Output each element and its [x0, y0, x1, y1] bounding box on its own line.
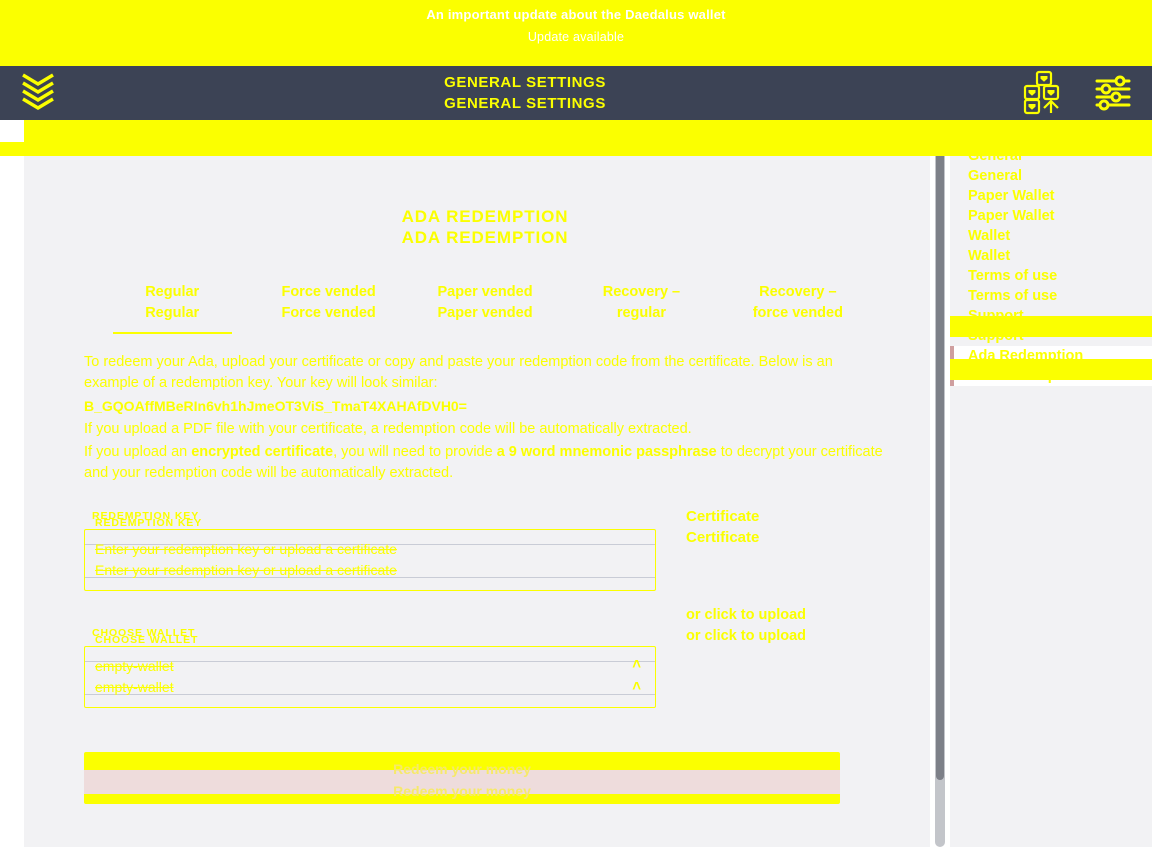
sidebar-item-paper-wallet-label: Paper Wallet [968, 188, 1055, 204]
page-title-repeat: General Settings [444, 95, 606, 112]
news-subline: Update available [527, 30, 625, 44]
certificate-title-repeat: Certificate [686, 529, 760, 546]
tab-recovery-regular-label: Recovery – [602, 284, 681, 300]
tab-recovery-force-vended-label: Recovery – [759, 284, 837, 300]
tab-recovery-regular[interactable]: Recovery – regular [563, 282, 719, 334]
paragraph-3-bold-mnemonic: a 9 word mnemonic passphrase [496, 444, 717, 460]
scrollbar-column [930, 120, 950, 847]
sidebar-item-support[interactable]: Support Support [950, 306, 1152, 346]
choose-wallet-value: empty-wallet [95, 658, 174, 674]
redeem-button-label-repeat: Redeem your money [393, 783, 531, 799]
page-body: Ada Redemption Ada Redemption Regular Re… [0, 120, 1152, 847]
news-headline: An important update about the Daedalus w… [426, 7, 726, 22]
redeem-your-money-button[interactable]: Redeem your money Redeem your money [84, 752, 840, 804]
sidebar-item-wallet-label: Wallet [968, 228, 1011, 244]
ada-redemption-title: Ada Redemption [401, 207, 569, 226]
sidebar-item-paper-wallet-label-repeat: Paper Wallet [968, 208, 1055, 224]
sidebar-item-terms-of-use-label-repeat: Terms of use [968, 288, 1058, 304]
choose-wallet-label-repeat: Choose wallet [95, 634, 199, 646]
app-topbar: General Settings General Settings [0, 66, 1152, 120]
sidebar-item-ada-redemption-label-repeat: Ada Redemption [968, 368, 1084, 384]
tab-regular-label: Regular [145, 284, 200, 300]
tab-paper-vended-label-repeat: Paper vended [437, 305, 533, 321]
tab-paper-vended[interactable]: Paper vended Paper vended [407, 282, 563, 334]
sidebar-item-general-label: General [968, 148, 1022, 164]
paragraph-3-pre: If you upload an [84, 444, 192, 460]
sidebar-item-ada-redemption[interactable]: Ada Redemption Ada Redemption [950, 346, 1152, 386]
redemption-key-field[interactable]: Redemption key Enter your redemption key… [84, 517, 656, 591]
sidebar-item-ada-redemption-label: Ada Redemption [968, 348, 1084, 364]
chevron-up-icon-repeat[interactable]: ˄ [632, 676, 641, 697]
sidebar-item-support-label-repeat: Support [968, 328, 1024, 344]
vertical-scrollbar-thumb[interactable] [936, 124, 944, 780]
tab-regular-label-repeat: Regular [145, 305, 200, 321]
submit-area: Redeem your money Redeem your money [24, 752, 930, 809]
redemption-form-left-column: Redemption key Redemption key Enter your… [84, 506, 656, 708]
paragraph-3-bold-encrypted-certificate: encrypted certificate [191, 444, 334, 460]
chevron-up-icon[interactable]: ˄ [632, 654, 641, 675]
sidebar-item-general-label-repeat: General [968, 168, 1022, 184]
redemption-key-label-repeat: Redemption key [95, 517, 203, 529]
redemption-key-placeholder-repeat: Enter your redemption key or upload a ce… [95, 562, 397, 578]
certificate-title: Certificate [686, 508, 760, 525]
paragraph-3-mid: , you will need to provide [333, 444, 497, 460]
topbar-icon-group [1020, 66, 1152, 120]
instructions-paragraph-3: If you upload an encrypted certificate, … [84, 442, 886, 484]
tab-recovery-force-vended[interactable]: Recovery – force vended [720, 282, 876, 334]
certificate-dropzone[interactable]: Certificate Certificate or click to uplo… [686, 506, 886, 708]
sidebar-item-wallet[interactable]: Wallet Wallet [950, 226, 1152, 266]
settings-content-pane: Ada Redemption Ada Redemption Regular Re… [24, 120, 930, 847]
tab-recovery-regular-label-line2: regular [616, 305, 666, 321]
settings-sliders-icon[interactable] [1092, 72, 1134, 114]
tab-force-vended[interactable]: Force vended Force vended [250, 282, 406, 334]
network-status-icon[interactable] [1020, 70, 1066, 116]
tab-recovery-force-vended-label-line2: force vended [752, 305, 843, 321]
ada-redemption-title-repeat: Ada Redemption [401, 228, 569, 247]
tab-paper-vended-label: Paper vended [437, 284, 533, 300]
sidebar-item-wallet-label-repeat: Wallet [968, 248, 1011, 264]
redemption-key-placeholder: Enter your redemption key or upload a ce… [95, 541, 397, 557]
redemption-type-tabs: Regular Regular Force vended Force vende… [84, 282, 886, 334]
redeem-button-label: Redeem your money [393, 761, 531, 777]
app-window: An important update about the Daedalus w… [0, 0, 1152, 847]
settings-sidebar-menu: General General Paper Wallet Paper Walle… [950, 120, 1152, 847]
sidebar-item-terms-of-use[interactable]: Terms of use Terms of use [950, 266, 1152, 306]
certificate-upload-hint-repeat[interactable]: or click to upload [686, 626, 886, 647]
sidebar-item-general[interactable]: General General [950, 146, 1152, 186]
sidebar-item-paper-wallet[interactable]: Paper Wallet Paper Wallet [950, 186, 1152, 226]
page-title: General Settings [444, 74, 606, 91]
tab-force-vended-label-repeat: Force vended [281, 305, 376, 321]
choose-wallet-select[interactable]: Choose wallet empty-wallet empty-wallet … [84, 634, 656, 708]
choose-wallet-value-repeat: empty-wallet [95, 679, 174, 695]
news-notification-banner[interactable]: An important update about the Daedalus w… [0, 0, 1152, 66]
sidebar-item-terms-of-use-label: Terms of use [968, 268, 1058, 284]
topbar-title-block: General Settings General Settings [30, 72, 1020, 114]
redemption-key-example: B_GQOAffMBeRIn6vh1hJmeOT3ViS_TmaT4XAHAfD… [84, 398, 467, 414]
redemption-form: Redemption key Redemption key Enter your… [84, 506, 886, 708]
instructions-paragraph-2: If you upload a PDF file with your certi… [84, 421, 692, 437]
instructions-paragraph-1: To redeem your Ada, upload your certific… [84, 354, 833, 391]
tab-force-vended-label: Force vended [281, 284, 376, 300]
tab-regular[interactable]: Regular Regular [94, 282, 250, 334]
sidebar-item-support-label: Support [968, 308, 1024, 324]
certificate-upload-hint[interactable]: or click to upload [686, 605, 886, 626]
